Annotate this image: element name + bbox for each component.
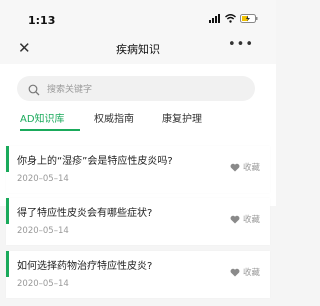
favorite-label: 收藏 [242, 215, 260, 225]
article-date: 2020–05–14 [17, 174, 69, 184]
favorite-label: 收藏 [242, 163, 260, 173]
article-card[interactable]: 得了特应性皮炎会有哪些症状? 2020–05–14 收藏 [6, 198, 270, 245]
search-icon [28, 81, 40, 100]
favorite-label: 收藏 [242, 268, 260, 278]
article-date: 2020–05–14 [17, 226, 69, 236]
card-accent [6, 198, 9, 224]
signal-icon [209, 14, 221, 23]
active-tab-indicator [20, 129, 80, 131]
app-screen: 1:13 ✕ 疾病知识 ••• 搜索关键字 AD知识库 权威指南 康复护理 你身… [0, 0, 276, 306]
card-accent [6, 251, 9, 277]
heart-icon [230, 268, 240, 277]
status-time: 1:13 [28, 14, 56, 27]
heart-icon [230, 163, 240, 172]
article-card[interactable]: 如何选择药物治疗特应性皮炎? 2020–05–14 收藏 [6, 251, 270, 298]
battery-charging-icon [240, 14, 258, 23]
search-input[interactable]: 搜索关键字 [17, 76, 255, 101]
heart-icon [230, 215, 240, 224]
article-title: 如何选择药物治疗特应性皮炎? [17, 261, 153, 272]
wifi-icon [225, 14, 236, 23]
status-bar: 1:13 [0, 0, 276, 34]
status-icons [209, 13, 258, 24]
article-title: 得了特应性皮炎会有哪些症状? [17, 208, 153, 219]
favorite-button[interactable]: 收藏 [230, 213, 260, 225]
article-card[interactable]: 你身上的“湿疹”会是特应性皮炎吗? 2020–05–14 收藏 [6, 146, 270, 193]
favorite-button[interactable]: 收藏 [230, 266, 260, 278]
article-title: 你身上的“湿疹”会是特应性皮炎吗? [17, 156, 173, 167]
article-date: 2020–05–14 [17, 279, 69, 289]
card-accent [6, 146, 9, 172]
tab-authoritative-guide[interactable]: 权威指南 [94, 110, 134, 125]
nav-bar: ✕ 疾病知识 ••• [0, 34, 276, 65]
favorite-button[interactable]: 收藏 [230, 161, 260, 173]
search-placeholder: 搜索关键字 [47, 85, 93, 95]
tab-bar: AD知识库 权威指南 康复护理 [0, 104, 276, 134]
tab-rehab-care[interactable]: 康复护理 [162, 110, 202, 125]
more-options-icon[interactable]: ••• [228, 37, 254, 52]
tab-ad-knowledge[interactable]: AD知识库 [20, 110, 65, 125]
